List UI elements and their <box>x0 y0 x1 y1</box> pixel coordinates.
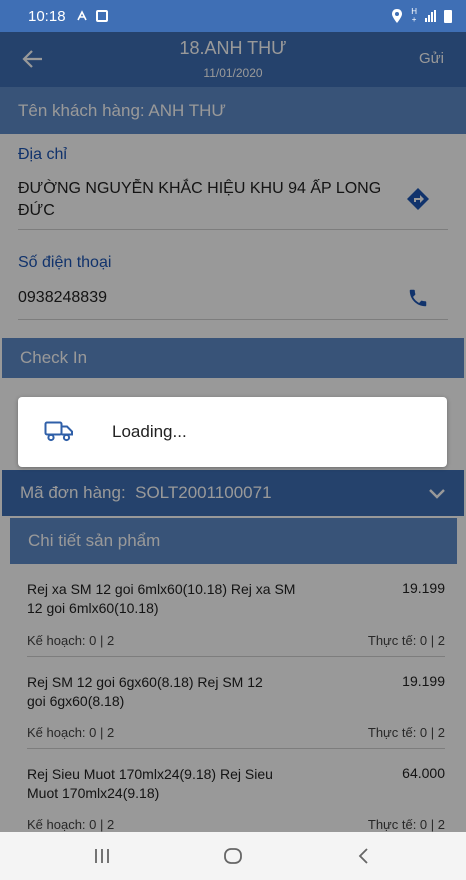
loading-dialog: Loading... <box>18 397 447 467</box>
status-notification-icons <box>76 10 108 22</box>
home-button[interactable] <box>213 842 253 870</box>
chevron-left-icon <box>358 848 368 864</box>
home-icon <box>224 848 242 864</box>
system-nav-bar <box>0 832 466 880</box>
truck-icon <box>44 421 73 442</box>
recent-apps-button[interactable] <box>82 842 122 870</box>
notification-a-icon <box>76 10 87 21</box>
system-back-button[interactable] <box>343 842 383 870</box>
network-type-label: H + <box>411 7 417 24</box>
status-time: 10:18 <box>28 7 66 25</box>
signal-icon <box>425 10 436 22</box>
status-bar: 10:18 H + <box>0 0 466 32</box>
recent-apps-icon <box>95 849 109 863</box>
status-system-icons: H + <box>391 8 452 24</box>
notification-square-icon <box>95 10 108 22</box>
loading-text: Loading... <box>112 422 187 441</box>
battery-icon <box>444 9 452 23</box>
location-icon <box>392 9 403 23</box>
